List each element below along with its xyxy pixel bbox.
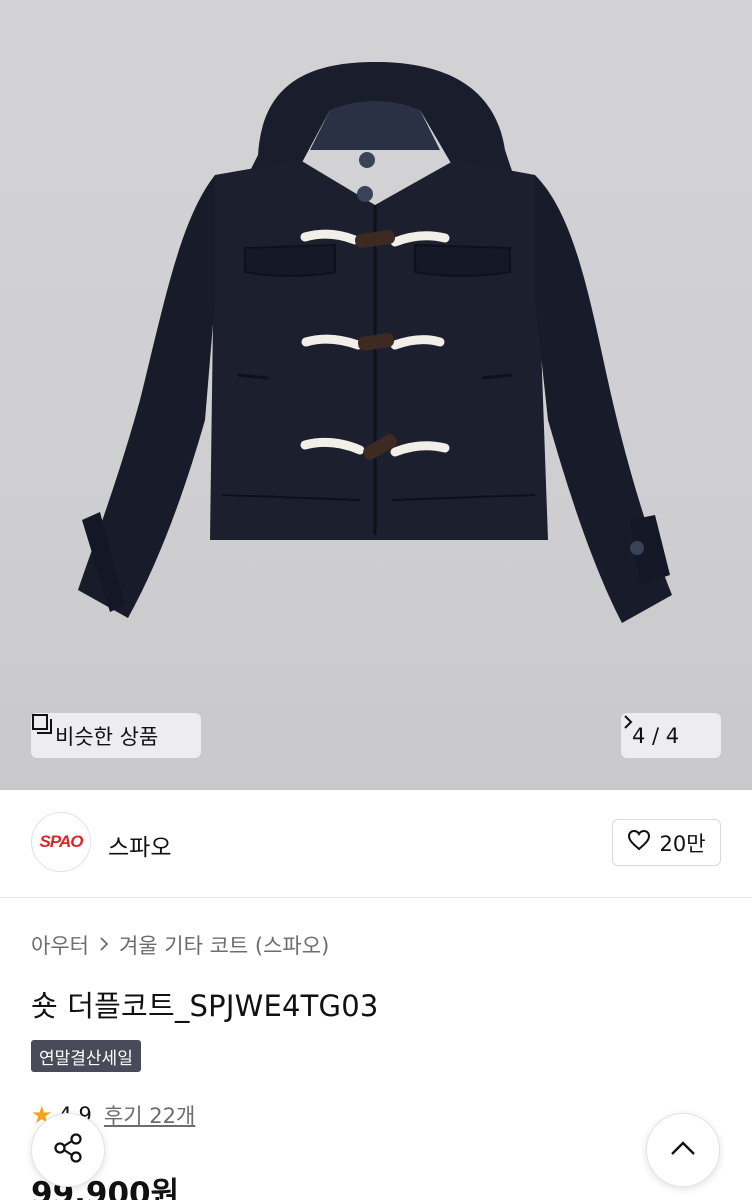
breadcrumb: 아우터 겨울 기타 코트 (스파오) (31, 930, 329, 960)
brand-logo[interactable]: SPAO (31, 812, 91, 872)
sale-badge: 연말결산세일 (31, 1040, 141, 1072)
scroll-top-button[interactable] (646, 1113, 720, 1187)
chevron-up-icon (668, 1138, 698, 1162)
brand-name[interactable]: 스파오 (108, 828, 171, 862)
image-pager-button[interactable]: 4 / 4 (621, 713, 721, 758)
breadcrumb-category[interactable]: 아우터 (31, 930, 89, 960)
chevron-right-icon (99, 933, 109, 957)
product-title: 숏 더플코트_SPJWE4TG03 (31, 989, 379, 1023)
image-pager-text: 4 / 4 (632, 723, 680, 748)
similar-products-button[interactable]: 비슷한 상품 (31, 713, 201, 758)
like-button[interactable]: 20만 (612, 819, 721, 866)
product-image (78, 62, 672, 623)
similar-products-label: 비슷한 상품 (55, 724, 159, 749)
brand-row: SPAO 스파오 20만 (0, 790, 752, 898)
share-button[interactable] (31, 1113, 105, 1187)
share-icon (51, 1131, 85, 1169)
product-image-gallery[interactable]: 비슷한 상품 4 / 4 (0, 0, 752, 790)
brand-logo-text: SPAO (39, 832, 84, 851)
breadcrumb-subcategory[interactable]: 겨울 기타 코트 (스파오) (119, 930, 329, 960)
like-count: 20만 (659, 831, 706, 856)
heart-outline-icon (627, 829, 651, 856)
review-link[interactable]: 후기 22개 (104, 1100, 195, 1130)
